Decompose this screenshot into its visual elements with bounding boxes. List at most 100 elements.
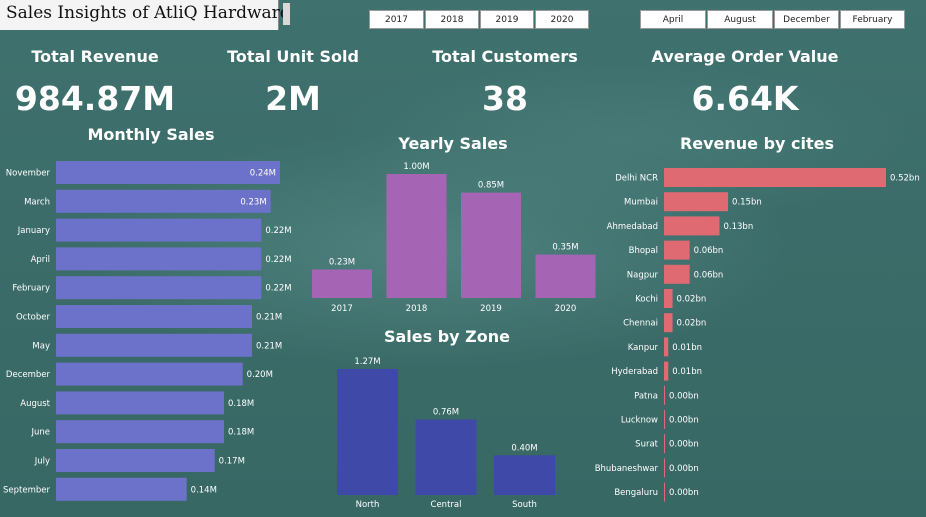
revenue-by-cities-bar-delhi-ncr bbox=[664, 168, 886, 187]
monthly-sales-category-label: February bbox=[12, 284, 50, 294]
monthly-sales-bar-may bbox=[56, 333, 252, 357]
monthly-sales-category-label: June bbox=[30, 428, 50, 438]
revenue-by-cities-data-label: 0.00bn bbox=[669, 464, 699, 474]
sales-by-zone-category-label: Central bbox=[431, 500, 462, 510]
yearly-sales-data-label: 0.85M bbox=[478, 181, 504, 191]
revenue-by-cities-category-label: Chennai bbox=[623, 319, 658, 329]
revenue-by-cities-bar-chennai bbox=[664, 313, 673, 333]
charts-layer: November 0.24M March 0.23M January 0.22M April… bbox=[3, 161, 920, 510]
revenue-by-cities-bar-lucknow bbox=[664, 410, 665, 429]
sales-by-zone-data-label: 0.40M bbox=[511, 443, 537, 453]
monthly-sales-data-label: 0.22M bbox=[265, 284, 291, 294]
yearly-sales-data-label: 0.35M bbox=[552, 243, 578, 253]
revenue-by-cities-data-label: 0.00bn bbox=[669, 391, 699, 401]
revenue-by-cities-category-label: Kochi bbox=[635, 295, 658, 305]
revenue-by-cities-category-label: Hyderabad bbox=[611, 367, 658, 377]
revenue-by-cities-bar-bhopal bbox=[664, 240, 690, 260]
revenue-by-cities-category-label: Mumbai bbox=[624, 198, 658, 208]
sales-by-zone-data-label: 1.27M bbox=[354, 357, 380, 367]
sales-by-zone-category-label: South bbox=[512, 500, 537, 510]
monthly-sales-data-label: 0.17M bbox=[219, 457, 245, 467]
monthly-sales-data-label: 0.20M bbox=[247, 370, 273, 380]
monthly-sales-data-label: 0.21M bbox=[256, 341, 282, 351]
revenue-by-cities-data-label: 0.02bn bbox=[677, 319, 707, 329]
revenue-by-cities-bar-hyderabad bbox=[664, 361, 669, 381]
revenue-by-cities-category-label: Bhopal bbox=[629, 246, 658, 256]
monthly-sales-category-label: July bbox=[34, 457, 50, 467]
yearly-sales-data-label: 0.23M bbox=[329, 257, 355, 267]
sales-by-zone-bar-central bbox=[415, 419, 477, 495]
yearly-sales-category-label: 2018 bbox=[406, 304, 428, 314]
monthly-sales-bar-august bbox=[56, 391, 224, 415]
monthly-sales-bar-october bbox=[56, 305, 252, 328]
revenue-by-cities-data-label: 0.06bn bbox=[694, 246, 724, 256]
monthly-sales-bar-september bbox=[56, 477, 187, 501]
revenue-by-cities-bar-bengaluru bbox=[664, 482, 665, 502]
revenue-by-cities-bar-bhubaneshwar bbox=[664, 458, 665, 478]
revenue-by-cities-category-label: Patna bbox=[634, 391, 658, 401]
revenue-by-cities-data-label: 0.00bn bbox=[669, 488, 699, 498]
monthly-sales-data-label: 0.22M bbox=[265, 226, 291, 236]
monthly-sales-bar-april bbox=[56, 247, 262, 271]
monthly-sales-data-label: 0.22M bbox=[265, 255, 291, 265]
monthly-sales-data-label: 0.18M bbox=[228, 399, 254, 409]
sales-by-zone-bar-north bbox=[337, 369, 398, 495]
revenue-by-cities-data-label: 0.01bn bbox=[672, 343, 702, 353]
monthly-sales-category-label: December bbox=[6, 370, 51, 380]
revenue-by-cities-bar-ahmedabad bbox=[664, 216, 720, 236]
sales-by-zone-bar-south bbox=[494, 455, 555, 495]
revenue-by-cities-data-label: 0.01bn bbox=[672, 367, 702, 377]
revenue-by-cities-category-label: Nagpur bbox=[627, 270, 659, 280]
monthly-sales-category-label: August bbox=[20, 399, 50, 409]
monthly-sales-category-label: March bbox=[24, 197, 50, 207]
yearly-sales-data-label: 1.00M bbox=[403, 162, 429, 172]
monthly-sales-bar-march bbox=[56, 189, 271, 213]
monthly-sales-bar-july bbox=[56, 449, 215, 472]
revenue-by-cities-data-label: 0.13bn bbox=[724, 222, 754, 232]
yearly-sales-bar-2018 bbox=[386, 174, 447, 298]
revenue-by-cities-category-label: Bengaluru bbox=[614, 488, 658, 498]
monthly-sales-bar-january bbox=[56, 218, 262, 242]
revenue-by-cities-category-label: Kanpur bbox=[628, 343, 659, 353]
revenue-by-cities-bar-nagpur bbox=[664, 264, 690, 284]
yearly-sales-bar-2017 bbox=[312, 269, 372, 298]
monthly-sales-bar-december bbox=[56, 362, 243, 386]
yearly-sales-category-label: 2017 bbox=[331, 304, 353, 314]
monthly-sales-data-label: 0.14M bbox=[191, 485, 217, 495]
monthly-sales-data-label: 0.21M bbox=[256, 313, 282, 323]
monthly-sales-category-label: January bbox=[17, 226, 50, 236]
revenue-by-cities-category-label: Surat bbox=[635, 440, 658, 450]
yearly-sales-category-label: 2020 bbox=[555, 304, 577, 314]
sales-by-zone-category-label: North bbox=[356, 500, 380, 510]
revenue-by-cities-bar-kanpur bbox=[664, 337, 669, 357]
monthly-sales-category-label: September bbox=[3, 485, 50, 495]
monthly-sales-bar-november bbox=[56, 161, 280, 184]
revenue-by-cities-category-label: Bhubaneshwar bbox=[595, 464, 659, 474]
yearly-sales-bar-2020 bbox=[535, 254, 596, 298]
revenue-by-cities-category-label: Ahmedabad bbox=[607, 222, 658, 232]
revenue-by-cities-category-label: Lucknow bbox=[621, 416, 658, 426]
monthly-sales-bar-february bbox=[56, 276, 262, 300]
revenue-by-cities-data-label: 0.00bn bbox=[669, 440, 699, 450]
monthly-sales-data-label: 0.23M bbox=[240, 197, 266, 207]
revenue-by-cities-category-label: Delhi NCR bbox=[615, 174, 658, 184]
revenue-by-cities-bar-surat bbox=[664, 434, 665, 454]
monthly-sales-data-label: 0.18M bbox=[228, 428, 254, 438]
dashboard: Sales Insights of AtliQ Hardware 2017 20… bbox=[0, 0, 926, 517]
revenue-by-cities-data-label: 0.15bn bbox=[732, 198, 762, 208]
revenue-by-cities-data-label: 0.00bn bbox=[669, 416, 699, 426]
monthly-sales-category-label: May bbox=[32, 341, 50, 351]
revenue-by-cities-bar-mumbai bbox=[664, 192, 729, 212]
revenue-by-cities-data-label: 0.06bn bbox=[694, 270, 724, 280]
monthly-sales-category-label: October bbox=[16, 313, 51, 323]
revenue-by-cities-data-label: 0.02bn bbox=[677, 295, 707, 305]
revenue-by-cities-bar-patna bbox=[664, 385, 665, 405]
yearly-sales-bar-2019 bbox=[461, 192, 521, 298]
revenue-by-cities-bar-kochi bbox=[664, 289, 673, 308]
revenue-by-cities-data-label: 0.52bn bbox=[890, 174, 920, 184]
yearly-sales-category-label: 2019 bbox=[480, 304, 502, 314]
monthly-sales-category-label: November bbox=[6, 169, 51, 179]
monthly-sales-data-label: 0.24M bbox=[250, 169, 276, 179]
monthly-sales-bar-june bbox=[56, 420, 224, 444]
sales-by-zone-data-label: 0.76M bbox=[433, 408, 459, 418]
